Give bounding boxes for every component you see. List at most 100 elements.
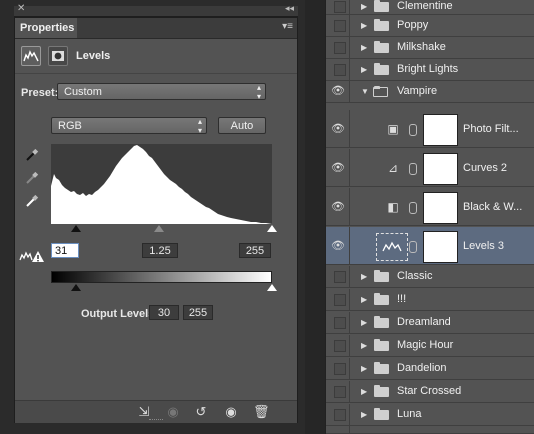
panel-title: Levels: [76, 50, 111, 62]
eye-icon[interactable]: 👁: [331, 239, 345, 252]
reset-icon[interactable]: ↺: [193, 404, 209, 420]
clipping-warning-icon: [19, 249, 45, 263]
eye-icon[interactable]: 👁: [331, 84, 345, 97]
expand-arrow-icon[interactable]: ▶: [361, 410, 367, 419]
link-icon[interactable]: [409, 163, 417, 175]
layer-name: Curves 2: [463, 162, 508, 174]
expand-arrow-icon[interactable]: ▶: [361, 364, 367, 373]
output-white-field[interactable]: 255: [183, 305, 213, 320]
eye-icon[interactable]: 👁: [331, 200, 345, 213]
link-icon[interactable]: [409, 241, 417, 253]
output-white-slider[interactable]: [267, 284, 277, 291]
folder-icon: [374, 63, 389, 75]
input-white-slider[interactable]: [267, 225, 277, 232]
expand-arrow-icon[interactable]: ▶: [361, 341, 367, 350]
layer-row[interactable]: ▶ Clementine: [326, 0, 534, 15]
input-black-field[interactable]: 31: [51, 243, 79, 258]
layer-row[interactable]: 👁 ◧ Black & W...: [326, 188, 534, 226]
layer-mask-thumbnail[interactable]: [423, 153, 458, 185]
layers-panel: ▶ Clementine ▶ Poppy ▶ Milkshake ▶ Brigh…: [325, 0, 534, 434]
layer-name: Vampire: [397, 85, 438, 97]
view-previous-state-icon[interactable]: ◉: [165, 404, 181, 420]
layer-row-selected[interactable]: 👁 Levels 3: [326, 227, 534, 265]
visibility-checkbox[interactable]: [334, 363, 346, 375]
visibility-checkbox[interactable]: [334, 1, 346, 13]
layer-name: Milkshake: [397, 41, 446, 53]
properties-panel-region: ✕ ◂◂ Properties ▾≡ Levels Preset: Custom…: [0, 0, 305, 434]
layer-row[interactable]: [326, 426, 534, 434]
folder-icon: [374, 19, 389, 31]
folder-icon: [374, 293, 389, 305]
visibility-checkbox[interactable]: [334, 386, 346, 398]
visibility-checkbox[interactable]: [334, 409, 346, 421]
visibility-checkbox[interactable]: [334, 42, 346, 54]
output-black-slider[interactable]: [71, 284, 81, 291]
panel-menu-icon[interactable]: ▾≡: [282, 21, 293, 32]
layer-row[interactable]: ▶ Bright Lights: [326, 59, 534, 81]
layer-name: Photo Filt...: [463, 123, 519, 135]
layer-row[interactable]: ▶ Magic Hour: [326, 335, 534, 357]
trash-icon[interactable]: 🗑: [253, 404, 270, 420]
visibility-checkbox[interactable]: [334, 20, 346, 32]
layer-row[interactable]: ▶ Classic: [326, 266, 534, 288]
close-icon[interactable]: ✕: [17, 3, 25, 14]
layer-row[interactable]: ▶ Luna: [326, 404, 534, 426]
input-gamma-field[interactable]: 1.25: [142, 243, 178, 258]
visibility-checkbox[interactable]: [334, 294, 346, 306]
layer-row[interactable]: ▶ Milkshake: [326, 37, 534, 59]
expand-arrow-icon[interactable]: ▶: [361, 272, 367, 281]
eye-icon[interactable]: 👁: [331, 161, 345, 174]
folder-icon: [374, 41, 389, 53]
input-black-slider[interactable]: [71, 225, 81, 232]
preset-value: Custom: [64, 86, 102, 98]
camera-icon: ▣: [387, 122, 399, 136]
resize-handle[interactable]: [149, 419, 163, 422]
layer-mask-thumbnail[interactable]: [423, 114, 458, 146]
collapse-icon[interactable]: ◂◂: [285, 3, 294, 14]
expand-arrow-icon[interactable]: ▶: [361, 21, 367, 30]
output-black-field[interactable]: 30: [149, 305, 179, 320]
layer-mask-thumbnail[interactable]: [423, 231, 458, 263]
visibility-eye-icon[interactable]: ◉: [223, 404, 239, 420]
layer-row[interactable]: ▶ Dandelion: [326, 358, 534, 380]
layer-row[interactable]: 👁 ▼ Vampire: [326, 81, 534, 103]
auto-button[interactable]: Auto: [218, 117, 266, 134]
curves-icon: ⊿: [387, 161, 399, 175]
expand-arrow-icon[interactable]: ▶: [361, 387, 367, 396]
output-gradient: [51, 271, 272, 283]
levels-icon[interactable]: [376, 233, 408, 261]
visibility-checkbox[interactable]: [334, 340, 346, 352]
folder-icon: [374, 316, 389, 328]
link-icon[interactable]: [409, 124, 417, 136]
expand-arrow-icon[interactable]: ▶: [361, 65, 367, 74]
link-icon[interactable]: [409, 202, 417, 214]
levels-adjustment-icon[interactable]: [21, 46, 41, 66]
visibility-checkbox[interactable]: [334, 64, 346, 76]
preset-dropdown[interactable]: Custom ▴ ▾: [57, 83, 266, 101]
visibility-checkbox[interactable]: [334, 271, 346, 283]
expand-arrow-icon[interactable]: ▶: [361, 2, 367, 11]
layer-row[interactable]: 👁 ⊿ Curves 2: [326, 149, 534, 187]
tab-properties[interactable]: Properties: [15, 18, 77, 38]
preset-label: Preset:: [21, 87, 59, 99]
black-eyedropper-icon[interactable]: [25, 148, 39, 162]
layer-mask-icon[interactable]: [48, 46, 68, 66]
layer-row[interactable]: ▶ !!!: [326, 289, 534, 311]
layer-mask-thumbnail[interactable]: [423, 192, 458, 224]
clip-to-layer-icon[interactable]: ⇲: [136, 404, 152, 420]
visibility-checkbox[interactable]: [334, 317, 346, 329]
input-white-field[interactable]: 255: [239, 243, 271, 258]
expand-arrow-icon[interactable]: ▶: [361, 318, 367, 327]
layer-row[interactable]: ▶ Star Crossed: [326, 381, 534, 403]
collapse-arrow-icon[interactable]: ▼: [361, 87, 369, 96]
layer-row[interactable]: ▶ Poppy: [326, 15, 534, 37]
white-eyedropper-icon[interactable]: [25, 194, 39, 208]
eye-icon[interactable]: 👁: [331, 122, 345, 135]
layer-row[interactable]: 👁 ▣ Photo Filt...: [326, 110, 534, 148]
expand-arrow-icon[interactable]: ▶: [361, 43, 367, 52]
gray-eyedropper-icon[interactable]: [25, 171, 39, 185]
channel-dropdown[interactable]: RGB ▴ ▾: [51, 117, 207, 135]
expand-arrow-icon[interactable]: ▶: [361, 295, 367, 304]
input-gamma-slider[interactable]: [154, 225, 164, 232]
layer-row[interactable]: ▶ Dreamland: [326, 312, 534, 334]
